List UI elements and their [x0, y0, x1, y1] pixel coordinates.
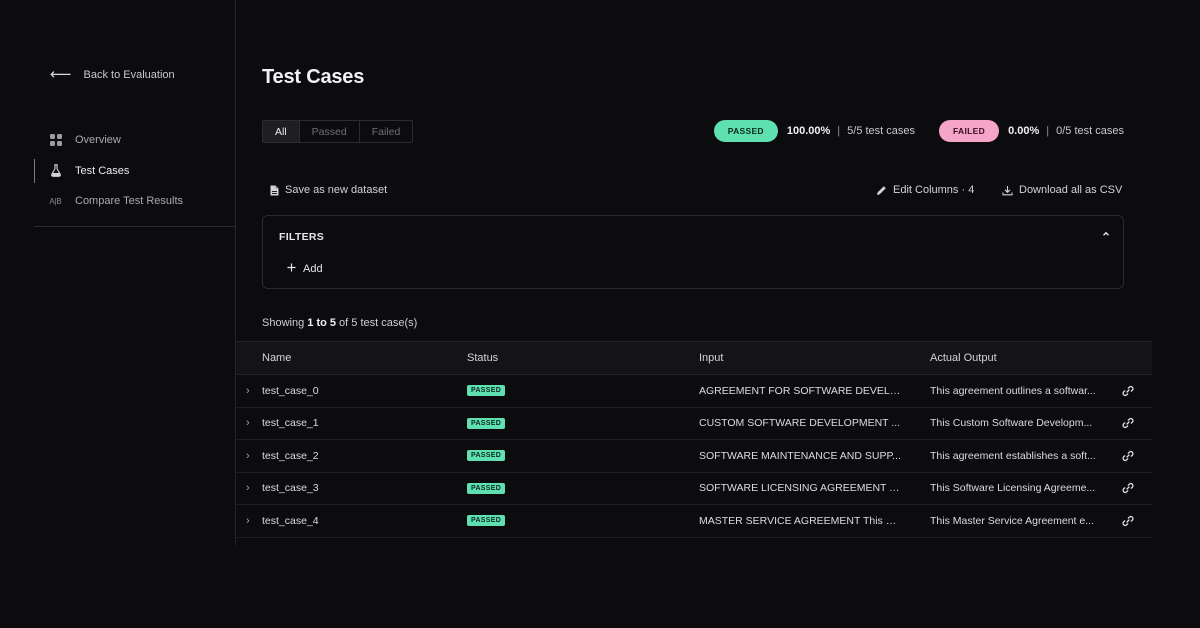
- edit-columns-button[interactable]: Edit Columns · 4: [876, 184, 974, 196]
- sidebar: ⟵ Back to Evaluation Overview Test Cases…: [0, 0, 236, 545]
- passed-percentage: 100.00%: [786, 125, 831, 137]
- row-status: PASSED: [467, 473, 667, 505]
- link-icon[interactable]: [1122, 375, 1138, 407]
- table-toolbar: Save as new dataset Edit Columns · 4 Dow…: [270, 184, 1164, 200]
- chevron-right-icon[interactable]: ›: [246, 375, 258, 407]
- results-count: Showing 1 to 5 of 5 test case(s): [262, 317, 418, 329]
- chevron-up-icon[interactable]: [1101, 229, 1111, 242]
- table-row[interactable]: › test_case_4 PASSED MASTER SERVICE AGRE…: [236, 505, 1152, 538]
- sidebar-item-overview[interactable]: Overview: [34, 128, 236, 152]
- chevron-right-icon[interactable]: ›: [246, 505, 258, 537]
- download-icon: [1002, 185, 1013, 196]
- column-header-status[interactable]: Status: [467, 342, 667, 374]
- segment-failed[interactable]: Failed: [360, 121, 413, 142]
- chevron-right-icon[interactable]: ›: [246, 473, 258, 505]
- filters-title: FILTERS: [279, 231, 325, 243]
- row-actual-output: This Software Licensing Agreeme...: [930, 482, 1096, 495]
- table-row[interactable]: › test_case_1 PASSED CUSTOM SOFTWARE DEV…: [236, 408, 1152, 440]
- sidebar-item-test-cases[interactable]: Test Cases: [34, 158, 236, 183]
- status-badge: PASSED: [467, 417, 506, 429]
- status-badge: PASSED: [467, 385, 506, 397]
- table-body: › test_case_0 PASSED AGREEMENT FOR SOFTW…: [236, 375, 1152, 538]
- download-csv-button[interactable]: Download all as CSV: [1002, 184, 1122, 196]
- row-status: PASSED: [467, 440, 667, 472]
- ab-icon: A|B: [49, 196, 62, 206]
- row-actual-output: This agreement outlines a softwar...: [930, 384, 1096, 397]
- row-name: test_case_4: [262, 514, 319, 527]
- status-badge: PASSED: [467, 515, 506, 527]
- row-name: test_case_1: [262, 417, 319, 430]
- flask-icon: [49, 164, 62, 177]
- main-content: Test Cases All Passed Failed PASSED 100.…: [236, 0, 1200, 628]
- status-badge: PASSED: [467, 450, 506, 462]
- row-input: SOFTWARE MAINTENANCE AND SUPP...: [699, 449, 901, 462]
- status-filter-segmented-control: All Passed Failed: [262, 120, 414, 143]
- status-badge: PASSED: [467, 482, 506, 494]
- link-icon[interactable]: [1122, 408, 1138, 440]
- sidebar-nav: Overview Test Cases A|B Compare Test Res…: [34, 128, 236, 220]
- results-range: 1 to 5: [307, 317, 336, 329]
- edit-columns-label: Edit Columns · 4: [893, 184, 975, 196]
- page-title: Test Cases: [262, 66, 365, 88]
- add-filter-button[interactable]: Add: [287, 263, 323, 275]
- column-header-actual-output[interactable]: Actual Output: [930, 342, 1102, 374]
- link-icon[interactable]: [1122, 473, 1138, 505]
- failed-badge: FAILED: [939, 120, 1000, 142]
- sidebar-divider: [34, 226, 236, 227]
- sidebar-item-compare-test-results[interactable]: A|B Compare Test Results: [34, 189, 236, 213]
- table-row[interactable]: › test_case_2 PASSED SOFTWARE MAINTENANC…: [236, 440, 1152, 473]
- failed-count: 0/5 test cases: [1056, 125, 1124, 137]
- table-row[interactable]: › test_case_0 PASSED AGREEMENT FOR SOFTW…: [236, 375, 1152, 408]
- column-header-name[interactable]: Name: [262, 342, 452, 374]
- row-name: test_case_2: [262, 449, 319, 462]
- segment-all[interactable]: All: [263, 121, 300, 142]
- row-input: AGREEMENT FOR SOFTWARE DEVELO...: [699, 384, 902, 397]
- back-link-label: Back to Evaluation: [83, 69, 175, 81]
- row-status: PASSED: [467, 375, 667, 407]
- chevron-right-icon[interactable]: ›: [246, 440, 258, 472]
- row-input: MASTER SERVICE AGREEMENT This M...: [699, 514, 902, 527]
- test-cases-table: Name Status Input Actual Output › test_c…: [236, 341, 1152, 538]
- back-to-evaluation-link[interactable]: ⟵ Back to Evaluation: [50, 66, 175, 83]
- grid-icon: [49, 134, 62, 147]
- pencil-icon: [876, 185, 887, 196]
- filters-panel: FILTERS Add: [262, 215, 1124, 289]
- row-name: test_case_0: [262, 384, 319, 397]
- row-input: CUSTOM SOFTWARE DEVELOPMENT ...: [699, 417, 901, 430]
- failed-percentage: 0.00%: [1008, 125, 1040, 137]
- row-input: SOFTWARE LICENSING AGREEMENT T...: [699, 482, 902, 495]
- passed-badge: PASSED: [713, 120, 778, 142]
- arrow-left-icon: ⟵: [50, 66, 72, 83]
- row-name: test_case_3: [262, 482, 319, 495]
- save-as-dataset-label: Save as new dataset: [285, 184, 388, 196]
- row-actual-output: This Master Service Agreement e...: [930, 514, 1094, 527]
- passed-count: 5/5 test cases: [847, 125, 916, 137]
- sidebar-item-label: Compare Test Results: [75, 195, 184, 207]
- sidebar-item-label: Test Cases: [75, 164, 130, 177]
- sidebar-item-label: Overview: [75, 134, 121, 146]
- document-icon: [270, 185, 279, 196]
- stat-separator: |: [837, 125, 841, 137]
- link-icon[interactable]: [1122, 440, 1138, 472]
- row-actual-output: This Custom Software Developm...: [930, 417, 1093, 430]
- add-filter-label: Add: [303, 263, 323, 275]
- table-row[interactable]: › test_case_3 PASSED SOFTWARE LICENSING …: [236, 473, 1152, 505]
- row-actual-output: This agreement establishes a soft...: [930, 449, 1096, 462]
- chevron-right-icon[interactable]: ›: [246, 408, 258, 440]
- link-icon[interactable]: [1122, 505, 1138, 537]
- stat-separator: |: [1046, 125, 1050, 137]
- result-summary: PASSED 100.00% | 5/5 test cases FAILED 0…: [713, 120, 1124, 142]
- row-status: PASSED: [467, 408, 667, 440]
- segment-passed[interactable]: Passed: [300, 121, 360, 142]
- row-status: PASSED: [467, 505, 667, 537]
- plus-icon: [287, 263, 296, 275]
- download-csv-label: Download all as CSV: [1019, 184, 1123, 196]
- table-header: Name Status Input Actual Output: [236, 341, 1152, 375]
- save-as-dataset-button[interactable]: Save as new dataset: [270, 184, 387, 196]
- column-header-input[interactable]: Input: [699, 342, 902, 374]
